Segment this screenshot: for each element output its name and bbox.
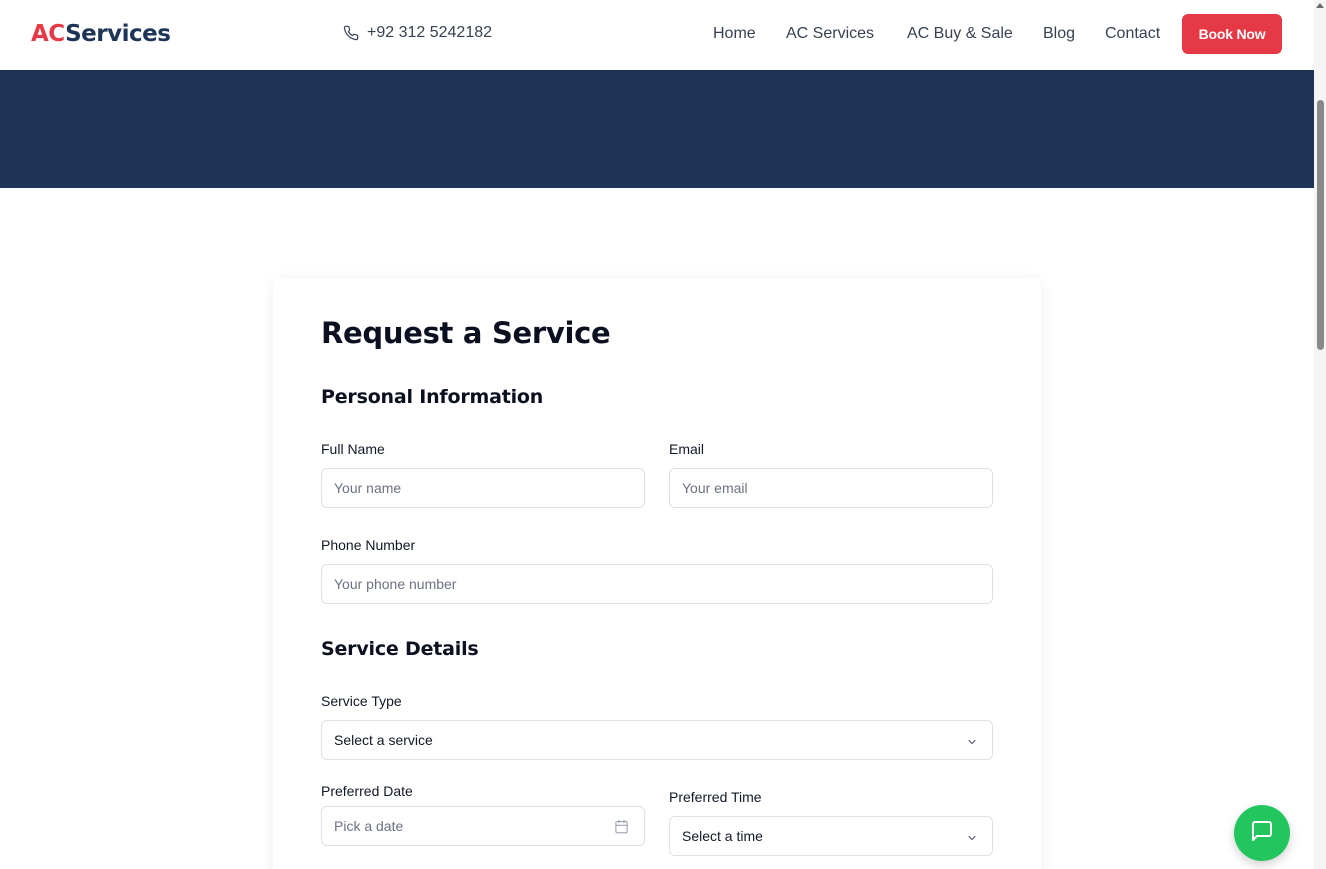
service-type-label: Service Type (321, 693, 402, 709)
chevron-down-icon (966, 735, 978, 751)
phone-input[interactable] (321, 564, 993, 604)
scrollbar-thumb[interactable] (1317, 100, 1324, 350)
nav-contact[interactable]: Contact (1105, 24, 1160, 44)
calendar-icon (614, 819, 629, 837)
email-label: Email (669, 441, 705, 457)
section-heading-service: Service Details (321, 638, 479, 660)
preferred-date-label: Preferred Date (321, 783, 413, 799)
phone-icon (343, 25, 359, 41)
logo-suffix: Services (65, 21, 171, 47)
section-heading-personal: Personal Information (321, 386, 544, 408)
scrollbar[interactable] (1314, 0, 1326, 869)
phone-label: Phone Number (321, 537, 416, 553)
preferred-date-placeholder: Pick a date (334, 818, 404, 834)
logo[interactable]: ACServices (31, 19, 171, 49)
preferred-date-picker[interactable]: Pick a date (321, 806, 645, 846)
page-title: Request a Service (321, 316, 611, 350)
service-request-form: Request a Service Personal Information F… (273, 278, 1041, 869)
service-type-select[interactable]: Select a service (321, 720, 993, 760)
service-type-value: Select a service (334, 732, 433, 748)
header-phone[interactable]: +92 312 5242182 (343, 24, 492, 42)
nav-blog[interactable]: Blog (1043, 24, 1075, 44)
logo-prefix: AC (31, 21, 66, 47)
nav-home[interactable]: Home (713, 24, 756, 44)
preferred-time-label: Preferred Time (669, 789, 762, 805)
phone-number: +92 312 5242182 (367, 24, 493, 41)
scroll-up-arrow-icon[interactable] (1316, 3, 1324, 8)
email-input[interactable] (669, 468, 993, 508)
book-now-button[interactable]: Book Now (1182, 14, 1282, 54)
chat-icon (1250, 819, 1274, 848)
preferred-time-select[interactable]: Select a time (669, 816, 993, 856)
nav-ac-buy-sale[interactable]: AC Buy & Sale (907, 24, 1013, 44)
nav-ac-services[interactable]: AC Services (786, 24, 874, 44)
chevron-down-icon (966, 831, 978, 847)
full-name-input[interactable] (321, 468, 645, 508)
full-name-label: Full Name (321, 441, 385, 457)
site-header: ACServices +92 312 5242182 Home AC Servi… (0, 0, 1314, 70)
chat-button[interactable] (1234, 805, 1290, 861)
preferred-time-value: Select a time (682, 828, 763, 844)
hero-banner (0, 70, 1314, 188)
